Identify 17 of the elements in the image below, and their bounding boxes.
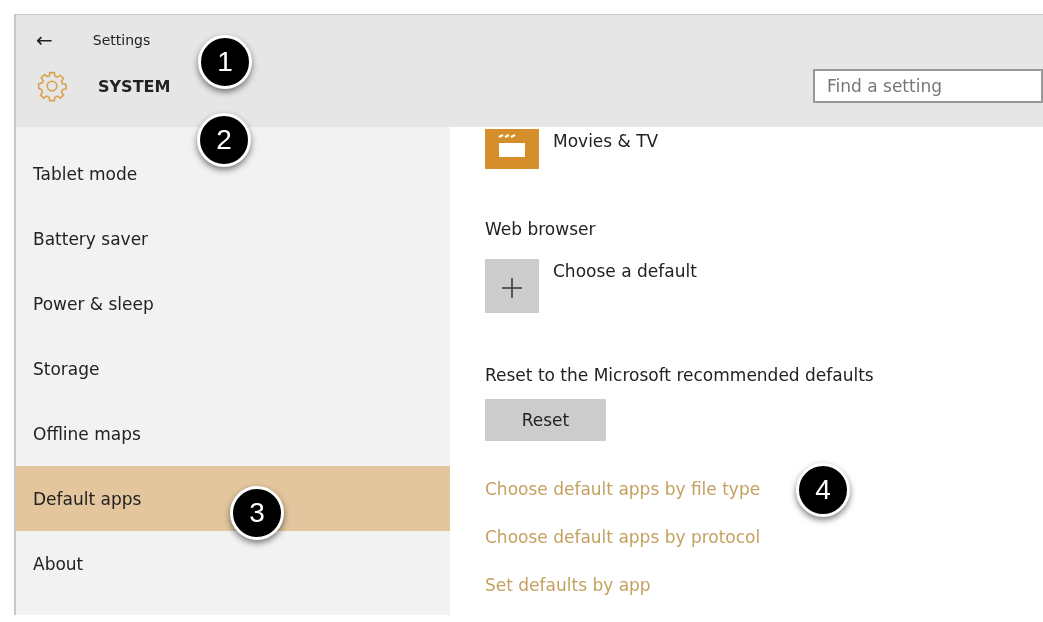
step-number-badge: 4 [796,463,850,517]
sidebar-item[interactable]: Offline maps [16,401,450,466]
sidebar-item[interactable]: Storage [16,336,450,401]
app-name[interactable]: Movies & TV [553,131,659,151]
sidebar-item[interactable]: Battery saver [16,206,450,271]
sidebar-item[interactable]: Power & sleep [16,271,450,336]
category-heading: Web browser [485,219,596,239]
app-name[interactable]: Choose a default [553,261,697,281]
reset-button[interactable]: Reset [485,399,606,441]
section-title: SYSTEM [98,76,171,96]
window-title: Settings [92,32,151,48]
gear-icon [36,70,68,102]
back-button[interactable]: ← [36,28,53,52]
plus-icon[interactable] [485,259,539,313]
clapperboard-icon [485,129,539,169]
search-field[interactable]: Find a setting [813,69,1043,103]
reset-heading: Reset to the Microsoft recommended defaults [485,365,874,385]
